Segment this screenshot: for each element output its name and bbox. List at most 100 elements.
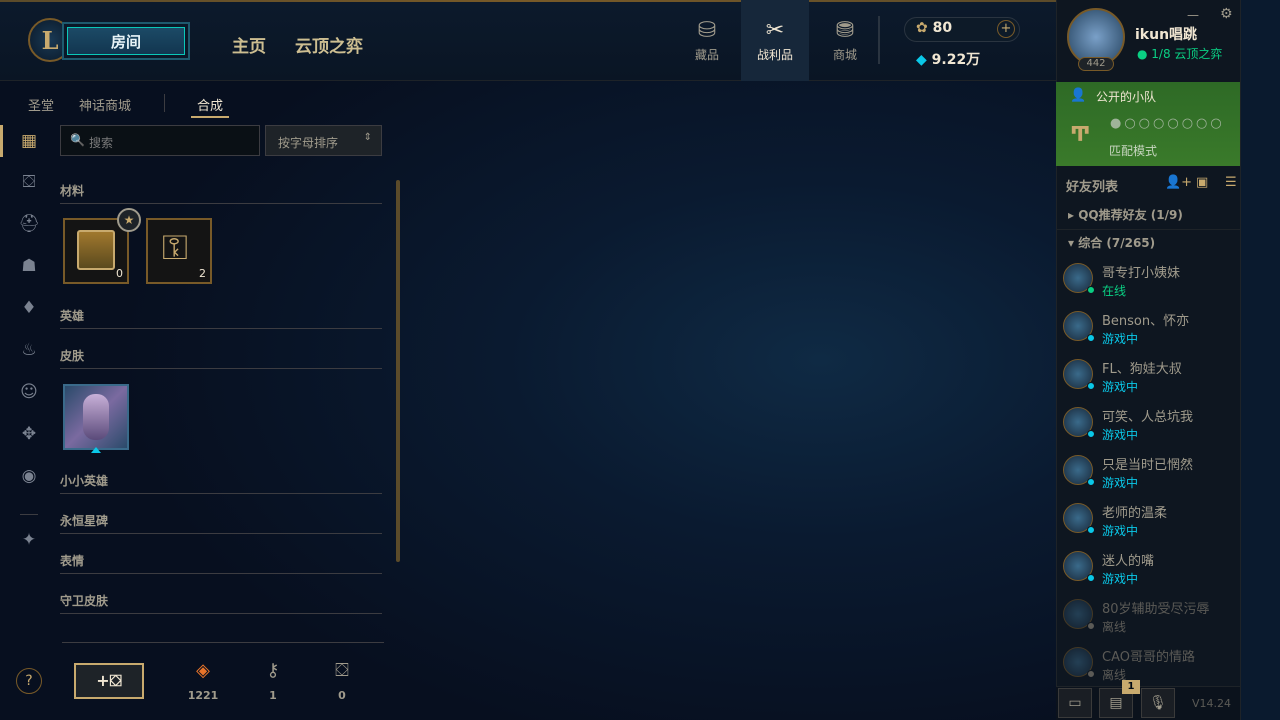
status-dot-icon — [1087, 622, 1095, 630]
profile-status[interactable]: ● 1/8 云顶之弈 — [1137, 45, 1222, 62]
friend-status: 游戏中 — [1102, 380, 1139, 394]
add-folder-icon[interactable]: ▣ — [1196, 175, 1208, 190]
friend-status: 在线 — [1102, 284, 1127, 298]
status-dot-icon — [1087, 478, 1095, 486]
help-icon[interactable]: ? — [16, 668, 42, 694]
emote-icon[interactable]: ☺ — [18, 382, 40, 402]
party-icon: 👤 — [1070, 88, 1087, 103]
summoner-icon[interactable]: ◉ — [18, 466, 40, 486]
status-dot-icon — [1087, 670, 1095, 678]
collection-button[interactable]: ⛁ 藏品 — [673, 18, 741, 63]
friend-status: 离线 — [1102, 620, 1127, 634]
friend-row[interactable]: 老师的温柔 游戏中 — [1060, 497, 1240, 545]
store-button[interactable]: ⛃ 商城 — [811, 18, 879, 63]
category-eternals[interactable]: 永恒星碑 — [60, 512, 382, 534]
active-tab-underline — [191, 116, 229, 118]
little-legend-icon[interactable]: ✥ — [18, 424, 40, 444]
friend-name: CAO哥哥的情路 — [1102, 650, 1195, 665]
buy-rp-button[interactable]: + — [997, 20, 1015, 38]
party-title: 公开的小队 — [1096, 90, 1157, 104]
divider — [1056, 229, 1240, 230]
side-overlay-strip — [1240, 0, 1280, 720]
chat-icon[interactable]: ▭ — [1058, 688, 1092, 718]
friend-row[interactable]: FL、狗娃大叔 游戏中 — [1060, 353, 1240, 401]
friend-name: 老师的温柔 — [1102, 506, 1168, 521]
tft-filter-icon[interactable]: ✦ — [18, 530, 40, 550]
sort-dropdown[interactable]: 按字母排序 ⇕ — [265, 125, 382, 156]
search-input[interactable]: 🔍 搜索 — [60, 125, 260, 156]
loot-scrollbar[interactable] — [396, 180, 400, 562]
voice-mic-icon[interactable]: 🎙 — [1141, 688, 1175, 718]
item-count: 0 — [116, 267, 123, 280]
divider — [878, 16, 880, 64]
key-icon: ⚿ — [162, 228, 188, 268]
loot-tile-skin[interactable] — [63, 384, 129, 450]
friend-row[interactable]: 80岁辅助受尽污辱 离线 — [1060, 593, 1240, 641]
blue-essence-icon: ◆ — [916, 52, 932, 68]
category-skins[interactable]: 皮肤 — [60, 347, 382, 369]
star-badge-icon: ★ — [117, 208, 141, 232]
friend-name: Benson、怀亦 — [1102, 314, 1190, 329]
friend-name: 哥专打小姨妹 — [1102, 266, 1181, 281]
profile-level: 442 — [1078, 57, 1114, 71]
profile-name[interactable]: ikun唱跳 — [1135, 24, 1197, 44]
skin-mask-icon[interactable]: ☗ — [18, 256, 40, 276]
friend-row[interactable]: 只是当时已惘然 游戏中 — [1060, 449, 1240, 497]
icon-flame-icon[interactable]: ♨ — [18, 340, 40, 360]
divider — [20, 514, 38, 515]
chest-filter-icon[interactable]: ⛋ — [18, 172, 40, 192]
play-button[interactable]: 房间 — [62, 22, 190, 60]
minimize-icon[interactable]: — — [1187, 8, 1199, 22]
chest-icon: ⛋ — [335, 660, 349, 681]
friend-status: 游戏中 — [1102, 476, 1139, 490]
friend-name: 80岁辅助受尽污辱 — [1102, 602, 1210, 617]
friend-name: FL、狗娃大叔 — [1102, 362, 1182, 377]
tab-crafting[interactable]: 合成 — [197, 95, 223, 114]
orange-essence-icon: ◈ — [196, 660, 210, 681]
friend-row[interactable]: 迷人的嘴 游戏中 — [1060, 545, 1240, 593]
tft-emblem-icon: Ͳ — [1070, 122, 1091, 146]
nav-home[interactable]: 主页 — [232, 32, 266, 57]
category-champions[interactable]: 英雄 — [60, 307, 382, 329]
craft-chest-button[interactable]: +⛋ — [74, 663, 144, 699]
search-icon: 🔍 — [70, 133, 85, 147]
status-dot-icon — [1087, 382, 1095, 390]
friend-group-qq[interactable]: ▸ QQ推荐好友 (1/9) — [1068, 206, 1183, 223]
store-icon: ⛃ — [835, 18, 855, 43]
loot-tile-key[interactable]: ⚿ 2 — [146, 218, 212, 284]
friend-row[interactable]: CAO哥哥的情路 离线 — [1060, 641, 1240, 689]
key-fragment-balance: ⚷ 1 — [253, 660, 293, 703]
category-emotes[interactable]: 表情 — [60, 552, 382, 574]
settings-gear-icon[interactable]: ⚙ — [1220, 6, 1233, 22]
friend-row[interactable]: 哥专打小姨妹 在线 — [1060, 257, 1240, 305]
list-view-icon[interactable]: ☰ — [1225, 175, 1237, 190]
tab-mythic-shop[interactable]: 神话商城 — [79, 95, 131, 114]
party-panel[interactable]: 👤 公开的小队 Ͳ ●○○○○○○○ 匹配模式 — [1056, 82, 1240, 166]
category-little-legends[interactable]: 小小英雄 — [60, 472, 382, 494]
friend-name: 迷人的嘴 — [1102, 554, 1155, 569]
friends-header: 好友列表 — [1066, 180, 1119, 195]
all-grid-icon[interactable]: ▦ — [18, 131, 40, 151]
tab-sanctum[interactable]: 圣堂 — [28, 95, 54, 114]
add-friend-icon[interactable]: 👤+ — [1165, 175, 1192, 190]
status-dot-icon — [1087, 286, 1095, 294]
status-dot-icon — [1087, 430, 1095, 438]
friend-name: 可笑、人总坑我 — [1102, 410, 1194, 425]
friend-row[interactable]: 可笑、人总坑我 游戏中 — [1060, 401, 1240, 449]
nav-tft[interactable]: 云顶之弈 — [295, 32, 363, 57]
ward-icon[interactable]: ♦ — [18, 298, 40, 318]
friend-status: 游戏中 — [1102, 572, 1139, 586]
notification-badge: 1 — [1122, 680, 1140, 694]
friend-row[interactable]: Benson、怀亦 游戏中 — [1060, 305, 1240, 353]
loot-button[interactable]: ✂ 战利品 — [741, 18, 809, 63]
loot-icon: ✂ — [765, 18, 785, 43]
category-ward-skins[interactable]: 守卫皮肤 — [60, 592, 382, 614]
active-rail-marker — [0, 125, 3, 157]
party-mode: 匹配模式 — [1109, 144, 1158, 158]
category-materials[interactable]: 材料 — [60, 182, 382, 204]
collection-icon: ⛁ — [697, 18, 717, 43]
friend-group-general[interactable]: ▾ 综合 (7/265) — [1068, 234, 1155, 251]
divider — [62, 642, 384, 643]
chevron-updown-icon: ⇕ — [363, 132, 372, 143]
champion-helmet-icon[interactable]: ⛑ — [18, 214, 40, 234]
